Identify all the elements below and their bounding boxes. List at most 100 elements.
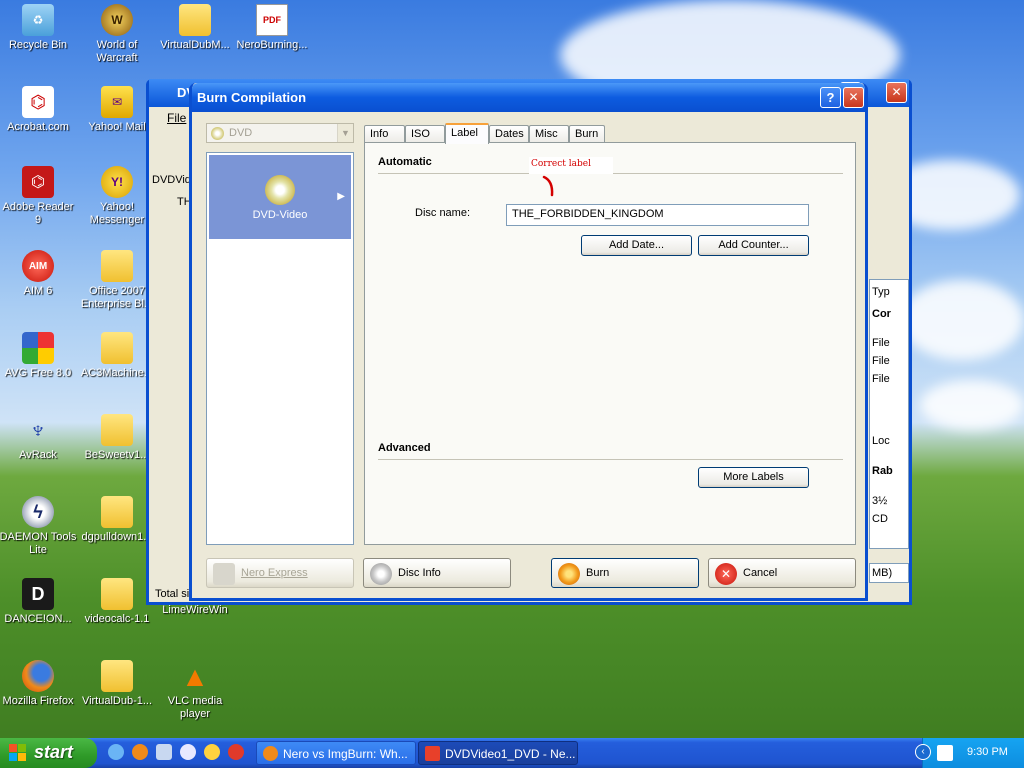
desktop-icon-firefox[interactable]: Mozilla Firefox	[0, 660, 78, 708]
desktop-icon-recycle-bin[interactable]: ♻ Recycle Bin	[0, 4, 78, 52]
dance-icon: D	[22, 578, 54, 610]
desktop-icon-ac3machine[interactable]: AC3Machine...	[77, 332, 157, 380]
desktop-icon-dgpulldown[interactable]: dgpulldown1...	[77, 496, 157, 544]
desktop-icon-adobe-reader[interactable]: ⌬ Adobe Reader 9	[0, 166, 78, 227]
task-dvdvideo1[interactable]: DVDVideo1_DVD - Ne...	[418, 741, 578, 765]
yahoo-messenger-icon: Y!	[101, 166, 133, 198]
avg-icon	[22, 332, 54, 364]
ie-icon[interactable]	[108, 744, 124, 760]
aim-icon: AIM	[22, 250, 54, 282]
tab-dates[interactable]: Dates	[489, 125, 529, 143]
system-tray: ‹ 9:30 PM	[915, 738, 1024, 768]
dialog-titlebar: Burn Compilation	[192, 83, 865, 112]
recycle-bin-icon: ♻	[22, 4, 54, 36]
burn-button[interactable]: Burn	[551, 558, 699, 588]
disc-type-dropdown: DVD ▼	[206, 123, 354, 143]
desktop-icon-yahoo-messenger[interactable]: Y! Yahoo! Messenger	[77, 166, 157, 227]
desktop-icon-world-of-warcraft[interactable]: W World of Warcraft	[77, 4, 157, 65]
tab-burn[interactable]: Burn	[569, 125, 605, 143]
folder-icon	[101, 332, 133, 364]
messenger-icon[interactable]	[204, 744, 220, 760]
more-labels-button[interactable]: More Labels	[698, 467, 809, 488]
firefox-icon	[263, 746, 278, 761]
nero-icon	[425, 746, 440, 761]
folder-icon	[101, 578, 133, 610]
help-button[interactable]: ?	[820, 87, 841, 108]
compilation-item-dvd-video[interactable]: DVD-Video ▶	[209, 155, 351, 239]
task-nero-vs-imgburn[interactable]: Nero vs ImgBurn: Wh...	[256, 741, 416, 765]
annotation-box: Correct label	[529, 157, 613, 174]
disc-info-button[interactable]: Disc Info	[363, 558, 511, 588]
disc-name-label: Disc name:	[415, 207, 471, 219]
folder-icon	[101, 414, 133, 446]
label-tab-panel: Automatic Correct label Disc name: THE_F…	[364, 142, 856, 545]
player-icon[interactable]	[180, 744, 196, 760]
annotation-text: Correct label	[531, 159, 591, 169]
desktop-icon-besweet[interactable]: BeSweetv1...	[77, 414, 157, 462]
cancel-button[interactable]: ✕ Cancel	[708, 558, 856, 588]
desktop-icon-vlc[interactable]: ▲ VLC media player	[155, 660, 235, 721]
tab-misc[interactable]: Misc	[529, 125, 569, 143]
vlc-cone-icon: ▲	[181, 660, 209, 692]
desktop-icon-virtualdubm[interactable]: VirtualDubM...	[155, 4, 235, 52]
tray-app-icon[interactable]	[937, 745, 953, 761]
firefox-icon	[22, 660, 54, 692]
firefox-icon[interactable]	[132, 744, 148, 760]
clock: 9:30 PM	[967, 746, 1008, 758]
folder-icon	[179, 4, 211, 36]
window-close-button[interactable]: ✕	[886, 82, 907, 103]
start-button[interactable]: start	[0, 738, 97, 768]
advanced-section-header: Advanced	[378, 442, 431, 454]
tab-iso[interactable]: ISO	[405, 125, 445, 143]
desktop-icon-daemon-tools[interactable]: ϟ DAEMON Tools Lite	[0, 496, 78, 557]
desktop-cloud	[920, 380, 1024, 430]
add-counter-button[interactable]: Add Counter...	[698, 235, 809, 256]
desktop-icon-acrobat[interactable]: ⌬ Acrobat.com	[0, 86, 78, 134]
burn-compilation-dialog: Burn Compilation ? ✕ DVD ▼ DVD-Video ▶ I…	[189, 83, 868, 601]
desktop-icon-videocalc[interactable]: videocalc-1.1	[77, 578, 157, 626]
tab-info[interactable]: Info	[364, 125, 405, 143]
nero-express-icon	[213, 563, 235, 585]
chevron-down-icon: ▼	[337, 124, 353, 142]
media-icon[interactable]	[156, 744, 172, 760]
folder-icon	[101, 250, 133, 282]
folder-icon	[101, 660, 133, 692]
disc-name-input[interactable]: THE_FORBIDDEN_KINGDOM	[506, 204, 809, 226]
close-button[interactable]: ✕	[843, 87, 864, 108]
desktop-icon-limewire[interactable]: LimeWireWin	[155, 604, 235, 617]
wow-icon: W	[101, 4, 133, 36]
desktop-icon-aim[interactable]: AIM AIM 6	[0, 250, 78, 298]
desktop-icon-neroburning[interactable]: PDF NeroBurning...	[232, 4, 312, 52]
aim-icon[interactable]	[228, 744, 244, 760]
right-list-panel: Typ Cor File File File Loc Rab 3½ CD	[869, 279, 909, 549]
desktop-icon-virtualdub[interactable]: VirtualDub-1...	[77, 660, 157, 708]
desktop-icon-yahoo-mail[interactable]: ✉ Yahoo! Mail	[77, 86, 157, 134]
desktop-icon-office-2007[interactable]: Office 2007 Enterprise Bl...	[77, 250, 157, 311]
daemon-tools-icon: ϟ	[22, 496, 54, 528]
add-date-button[interactable]: Add Date...	[581, 235, 692, 256]
desktop-cloud	[900, 280, 1024, 360]
dvd-video-icon	[265, 175, 295, 205]
compilation-type-list: DVD-Video ▶	[206, 152, 354, 545]
automatic-section-header: Automatic	[378, 156, 432, 168]
tray-expand-icon[interactable]: ‹	[915, 744, 931, 760]
yahoo-mail-icon: ✉	[101, 86, 133, 118]
nero-express-button: Nero Express	[206, 558, 354, 588]
menu-file[interactable]: File	[167, 111, 186, 125]
disc-info-icon	[370, 563, 392, 585]
desktop-icon-avrack[interactable]: ♆ AvRack	[0, 414, 78, 462]
pdf-icon: PDF	[256, 4, 288, 36]
section-divider	[378, 459, 843, 460]
tab-label[interactable]: Label	[445, 123, 489, 144]
burn-flame-icon	[558, 563, 580, 585]
folder-icon	[101, 496, 133, 528]
desktop-icon-danceon[interactable]: D DANCE!ON...	[0, 578, 78, 626]
avrack-icon: ♆	[29, 416, 47, 444]
taskbar: start Nero vs ImgBurn: Wh... DVDVideo1_D…	[0, 738, 1024, 768]
adobe-reader-icon: ⌬	[22, 166, 54, 198]
dialog-title: Burn Compilation	[197, 90, 307, 105]
size-unit-dropdown[interactable]: MB)	[869, 563, 909, 583]
annotation-arrow-icon	[542, 175, 554, 197]
arrow-right-icon: ▶	[337, 191, 345, 202]
desktop-icon-avg[interactable]: AVG Free 8.0	[0, 332, 78, 380]
